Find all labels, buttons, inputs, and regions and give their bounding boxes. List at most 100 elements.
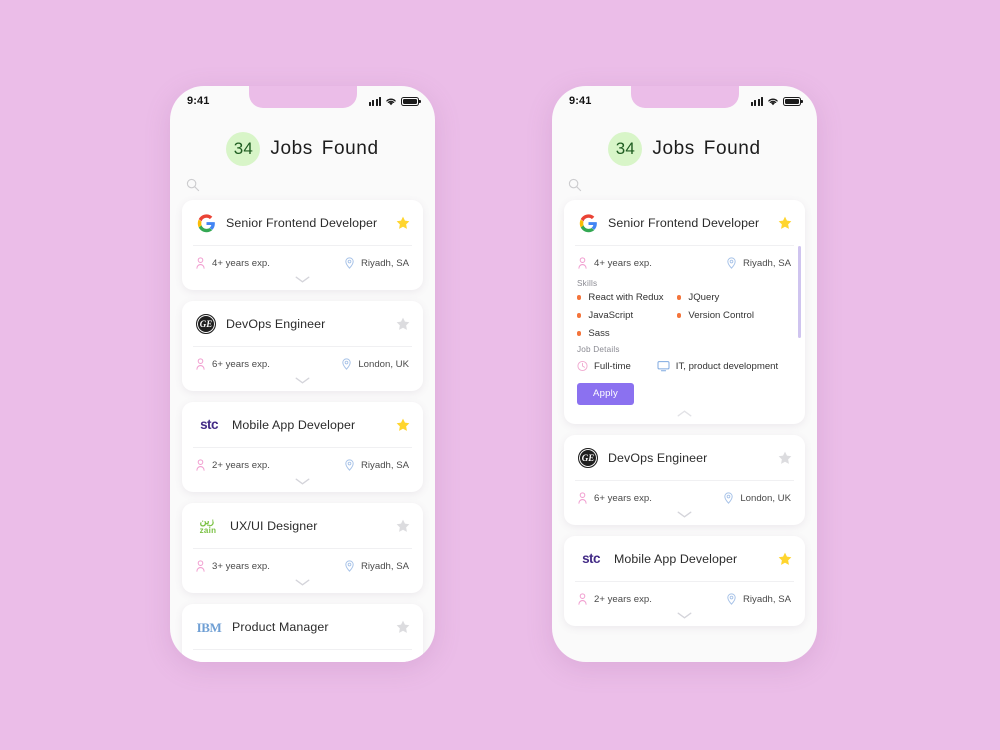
- job-title: DevOps Engineer: [608, 451, 708, 465]
- search-icon[interactable]: [186, 178, 200, 192]
- job-card[interactable]: stc Mobile App Developer 2+ years exp. R…: [564, 536, 805, 626]
- location-text: Riyadh, SA: [743, 593, 791, 605]
- job-card-header[interactable]: زين zain UX/UI Designer: [182, 503, 423, 548]
- status-icons: [369, 96, 421, 106]
- job-card-header[interactable]: Senior Frontend Developer: [564, 200, 805, 245]
- job-card[interactable]: Senior Frontend Developer 4+ years exp. …: [182, 200, 423, 290]
- favorite-star-icon[interactable]: [395, 316, 411, 332]
- battery-full-icon: [401, 96, 421, 106]
- job-title: Senior Frontend Developer: [226, 216, 378, 230]
- google-logo: [195, 212, 217, 234]
- job-card-header[interactable]: IBM Product Manager: [182, 604, 423, 649]
- experience-text: 6+ years exp.: [594, 492, 652, 504]
- location-meta: Riyadh, SA: [344, 560, 409, 572]
- stc-wordmark: stc: [200, 417, 218, 433]
- job-meta-row: 4+ years exp. Riyadh, SA: [182, 246, 423, 275]
- person-icon: [196, 560, 205, 572]
- experience-text: 2+ years exp.: [212, 459, 270, 471]
- favorite-star-icon[interactable]: [395, 619, 411, 635]
- card-scrollbar-thumb[interactable]: [798, 246, 801, 338]
- experience-text: 3+ years exp.: [212, 560, 270, 572]
- job-card[interactable]: stc Mobile App Developer 2+ years exp. R…: [182, 402, 423, 492]
- favorite-star-icon[interactable]: [395, 518, 411, 534]
- favorite-star-icon[interactable]: [777, 551, 793, 567]
- jobs-count-badge: 34: [226, 132, 261, 166]
- expand-toggle[interactable]: [182, 578, 423, 593]
- phone-left: 9:41 34 Jobs Found Senior Frontend Devel…: [170, 86, 435, 662]
- chevron-up-icon[interactable]: [677, 410, 692, 417]
- job-card[interactable]: IBM Product Manager: [182, 604, 423, 662]
- search-icon[interactable]: [568, 178, 582, 192]
- favorite-star-icon[interactable]: [395, 417, 411, 433]
- job-card-header[interactable]: GE DevOps Engineer: [564, 435, 805, 480]
- job-card-header[interactable]: stc Mobile App Developer: [182, 402, 423, 447]
- favorite-star-icon[interactable]: [395, 215, 411, 231]
- expand-toggle[interactable]: [182, 376, 423, 391]
- job-card-header[interactable]: Senior Frontend Developer: [182, 200, 423, 245]
- monitor-icon: [657, 361, 670, 372]
- expand-toggle[interactable]: [182, 275, 423, 290]
- chevron-down-icon[interactable]: [295, 377, 310, 384]
- job-title: UX/UI Designer: [230, 519, 318, 533]
- location-meta: London, UK: [341, 358, 409, 370]
- search-row[interactable]: [170, 176, 435, 200]
- skill-item: JQuery: [677, 292, 805, 303]
- job-card[interactable]: زين zain UX/UI Designer 3+ years exp. Ri…: [182, 503, 423, 593]
- job-list-left[interactable]: Senior Frontend Developer 4+ years exp. …: [170, 200, 435, 662]
- jobs-count-badge: 34: [608, 132, 643, 166]
- location-meta: Riyadh, SA: [344, 459, 409, 471]
- page-header: 34 Jobs Found: [170, 116, 435, 176]
- apply-button[interactable]: Apply: [577, 383, 634, 405]
- employment-type-text: Full-time: [594, 360, 631, 372]
- map-pin-icon: [727, 257, 736, 269]
- battery-full-icon: [783, 96, 803, 106]
- job-title: Mobile App Developer: [232, 418, 356, 432]
- map-pin-icon: [345, 459, 354, 471]
- bullet-dot-icon: [577, 331, 582, 336]
- job-card-header[interactable]: GE DevOps Engineer: [182, 301, 423, 346]
- job-meta-row: 6+ years exp. London, UK: [182, 347, 423, 376]
- industry-text: IT, product development: [675, 360, 779, 372]
- expand-toggle[interactable]: [182, 477, 423, 492]
- cellular-bars-icon: [751, 96, 763, 106]
- chevron-down-icon[interactable]: [677, 612, 692, 619]
- job-card-expanded[interactable]: Senior Frontend Developer 4+ years exp. …: [564, 200, 805, 424]
- search-row[interactable]: [552, 176, 817, 200]
- page-title: Jobs Found: [652, 138, 761, 159]
- job-card[interactable]: GE DevOps Engineer 6+ years exp. London,…: [564, 435, 805, 525]
- experience-text: 2+ years exp.: [594, 593, 652, 605]
- ge-logo: GE: [577, 447, 599, 469]
- location-meta: Riyadh, SA: [726, 257, 791, 269]
- chevron-down-icon[interactable]: [295, 579, 310, 586]
- employment-type-item: Full-time: [577, 360, 631, 372]
- canvas: 9:41 34 Jobs Found Senior Frontend Devel…: [0, 0, 1000, 750]
- job-title: DevOps Engineer: [226, 317, 326, 331]
- location-meta: Riyadh, SA: [344, 257, 409, 269]
- job-details-section-label: Job Details: [577, 345, 620, 354]
- job-title: Product Manager: [232, 620, 329, 634]
- ge-monogram: GE: [196, 314, 216, 334]
- favorite-star-icon[interactable]: [777, 215, 793, 231]
- zain-latin-text: zain: [199, 525, 217, 535]
- experience-text: 6+ years exp.: [212, 358, 270, 370]
- map-pin-icon: [345, 257, 354, 269]
- expand-toggle[interactable]: [564, 611, 805, 626]
- skill-text: Sass: [588, 328, 610, 339]
- chevron-down-icon[interactable]: [677, 511, 692, 518]
- expand-toggle[interactable]: [564, 510, 805, 525]
- skill-item: Version Control: [677, 310, 805, 321]
- location-text: London, UK: [358, 358, 409, 370]
- collapse-toggle[interactable]: [564, 409, 805, 424]
- favorite-star-icon[interactable]: [777, 450, 793, 466]
- job-title: Mobile App Developer: [614, 552, 738, 566]
- skill-text: React with Redux: [588, 292, 664, 303]
- chevron-down-icon[interactable]: [295, 478, 310, 485]
- location-text: Riyadh, SA: [361, 560, 409, 572]
- job-list-right[interactable]: Senior Frontend Developer 4+ years exp. …: [552, 200, 817, 634]
- bullet-dot-icon: [677, 295, 682, 300]
- job-card-header[interactable]: stc Mobile App Developer: [564, 536, 805, 581]
- status-bar: 9:41: [552, 86, 817, 116]
- job-card[interactable]: GE DevOps Engineer 6+ years exp. London,…: [182, 301, 423, 391]
- job-meta-row: 4+ years exp. Riyadh, SA: [564, 246, 805, 275]
- chevron-down-icon[interactable]: [295, 276, 310, 283]
